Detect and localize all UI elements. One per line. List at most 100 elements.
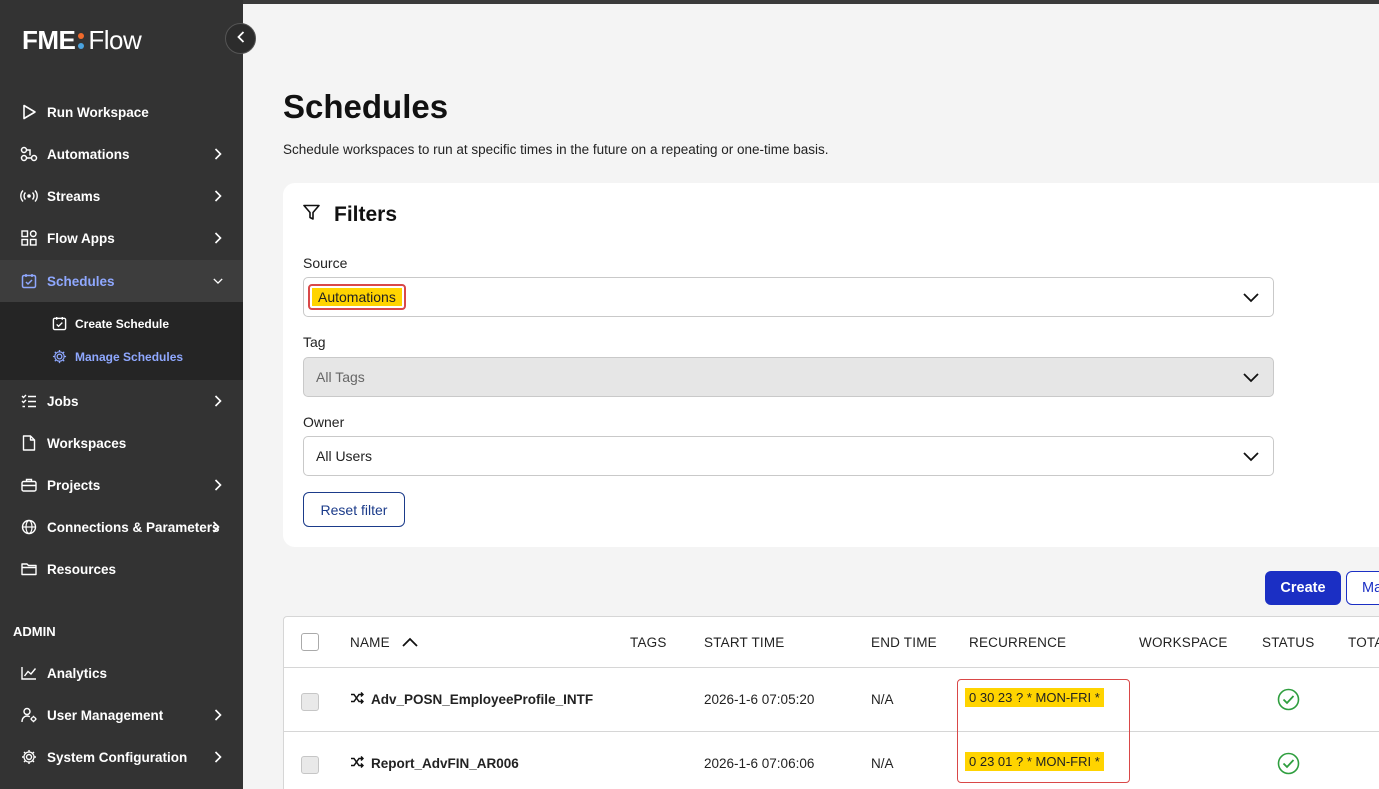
sidebar-item-run-workspace[interactable]: Run Workspace (0, 91, 243, 133)
filters-title: Filters (334, 203, 398, 226)
chevron-down-icon (1243, 370, 1259, 386)
page-subtitle: Schedule workspaces to run at specific t… (283, 142, 829, 157)
source-value: Automations (312, 288, 402, 306)
sidebar-item-user-management[interactable]: User Management (0, 694, 243, 736)
status-enabled-icon (1277, 688, 1300, 716)
calendar-check-icon (52, 316, 68, 332)
column-header-name[interactable]: NAME (350, 635, 418, 650)
sidebar-item-label: Analytics (47, 665, 108, 681)
sidebar-item-label: Connections & Parameters (47, 519, 220, 535)
row-checkbox[interactable] (301, 756, 319, 774)
apps-grid-icon (20, 229, 38, 247)
sidebar-item-streams[interactable]: Streams (0, 175, 243, 217)
sidebar-item-connections-parameters[interactable]: Connections & Parameters (0, 506, 243, 548)
globe-icon (20, 518, 38, 536)
sidebar-item-label: System Configuration (47, 749, 188, 765)
document-icon (20, 434, 38, 452)
owner-value: All Users (316, 448, 373, 464)
start-time: 2026-1-6 07:05:20 (704, 692, 815, 707)
source-label: Source (303, 255, 348, 271)
chevron-right-icon (213, 395, 223, 407)
tag-value: All Tags (316, 369, 365, 385)
chevron-down-icon (213, 276, 223, 286)
chevron-down-icon (1243, 290, 1259, 306)
table-row[interactable]: Adv_POSN_EmployeeProfile_INTF 2026-1-6 0… (284, 668, 1379, 732)
schedules-submenu: Create Schedule Manage Schedules (0, 302, 243, 380)
sidebar-item-label: Schedules (47, 273, 115, 289)
shuffle-icon (350, 691, 365, 707)
schedule-name-text: Adv_POSN_EmployeeProfile_INTF (371, 692, 594, 707)
chevron-right-icon (213, 148, 223, 160)
gear-icon (52, 349, 68, 365)
sidebar-item-label: Flow Apps (47, 230, 115, 246)
filter-funnel-icon (303, 203, 320, 227)
sidebar-item-label: Projects (47, 477, 101, 493)
column-header-workspace[interactable]: WORKSPACE (1139, 635, 1228, 650)
chevron-right-icon (211, 521, 221, 533)
folder-icon (20, 560, 38, 578)
column-header-total[interactable]: TOTA (1348, 635, 1379, 650)
sidebar-collapse-button[interactable] (225, 23, 256, 54)
table-row[interactable]: Report_AdvFIN_AR006 2026-1-6 07:06:06 N/… (284, 733, 1379, 789)
owner-select[interactable]: All Users (303, 436, 1274, 476)
sidebar-item-label: Resources (47, 561, 117, 577)
sidebar-subitem-label: Manage Schedules (75, 350, 184, 364)
chevron-left-icon (236, 30, 245, 48)
briefcase-icon (20, 476, 38, 494)
sidebar-item-label: Streams (47, 188, 101, 204)
recurrence-annotation-box (957, 679, 1130, 783)
sidebar-item-analytics[interactable]: Analytics (0, 652, 243, 694)
sidebar-item-label: User Management (47, 707, 164, 723)
chevron-right-icon (213, 751, 223, 763)
sort-ascending-icon (402, 635, 418, 650)
column-header-start-time[interactable]: START TIME (704, 635, 785, 650)
sidebar-item-system-configuration[interactable]: System Configuration (0, 736, 243, 778)
column-header-status[interactable]: STATUS (1262, 635, 1314, 650)
schedule-name[interactable]: Report_AdvFIN_AR006 (350, 755, 519, 771)
sidebar-item-projects[interactable]: Projects (0, 464, 243, 506)
page-title: Schedules (283, 88, 449, 125)
create-button[interactable]: Create (1265, 571, 1341, 605)
chevron-right-icon (213, 232, 223, 244)
select-all-checkbox[interactable] (301, 633, 319, 651)
column-header-recurrence[interactable]: RECURRENCE (969, 635, 1066, 650)
schedule-name[interactable]: Adv_POSN_EmployeeProfile_INTF (350, 691, 594, 707)
gear-icon (20, 748, 38, 766)
column-header-tags[interactable]: TAGS (630, 635, 667, 650)
sidebar-subitem-create-schedule[interactable]: Create Schedule (0, 310, 243, 338)
logo-flow-text: Flow (88, 25, 142, 55)
logo-fme-text: FME (22, 25, 76, 55)
chevron-right-icon (213, 709, 223, 721)
column-header-end-time[interactable]: END TIME (871, 635, 937, 650)
column-header-label: NAME (350, 635, 390, 650)
sidebar-item-label: Automations (47, 146, 130, 162)
source-value-highlight: Automations (308, 284, 406, 310)
shuffle-icon (350, 755, 365, 771)
fme-flow-logo[interactable]: FME Flow (22, 25, 142, 56)
status-enabled-icon (1277, 752, 1300, 780)
automations-icon (20, 145, 38, 163)
source-select[interactable]: Automations (303, 277, 1274, 317)
owner-label: Owner (303, 414, 345, 430)
sidebar-subitem-manage-schedules[interactable]: Manage Schedules (0, 343, 243, 371)
end-time: N/A (871, 756, 894, 771)
schedules-table: NAME TAGS START TIME END TIME RECURRENCE… (283, 616, 1379, 789)
sidebar-item-workspaces[interactable]: Workspaces (0, 422, 243, 464)
sidebar-item-jobs[interactable]: Jobs (0, 380, 243, 422)
tag-select[interactable]: All Tags (303, 357, 1274, 397)
sidebar-item-resources[interactable]: Resources (0, 548, 243, 590)
manage-button[interactable]: Ma (1346, 571, 1379, 605)
row-checkbox[interactable] (301, 693, 319, 711)
sidebar-item-schedules[interactable]: Schedules (0, 260, 243, 302)
start-time: 2026-1-6 07:06:06 (704, 756, 815, 771)
sidebar-item-label: Jobs (47, 393, 79, 409)
table-header: NAME TAGS START TIME END TIME RECURRENCE… (284, 617, 1379, 668)
reset-filter-button[interactable]: Reset filter (303, 492, 405, 527)
sidebar: FME Flow Run Workspace Automations Strea… (0, 0, 243, 789)
chevron-right-icon (213, 190, 223, 202)
sidebar-item-automations[interactable]: Automations (0, 133, 243, 175)
broadcast-icon (20, 187, 38, 205)
chart-line-icon (20, 664, 38, 682)
sidebar-item-flow-apps[interactable]: Flow Apps (0, 217, 243, 259)
logo-dots-icon (78, 32, 85, 49)
